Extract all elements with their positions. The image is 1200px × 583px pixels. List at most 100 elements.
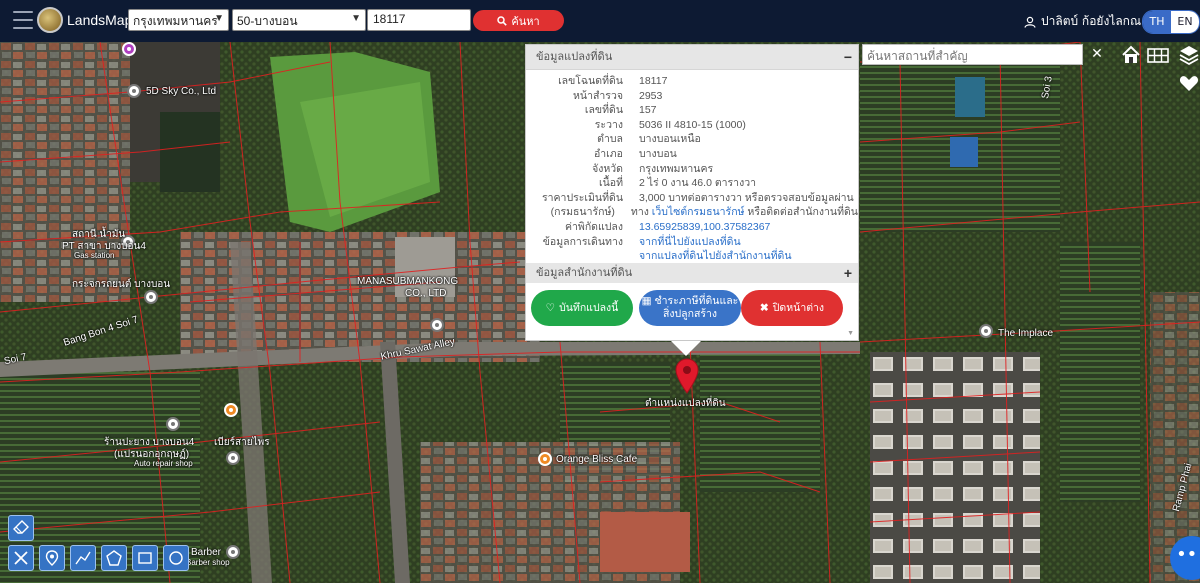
map-label-glass-shop: กระจกรถยนต์ บางบอน bbox=[72, 279, 171, 290]
detail-value: กรุงเทพมหานคร bbox=[639, 162, 714, 175]
province-select-value: กรุงเทพมหานคร bbox=[133, 14, 218, 28]
close-window-label: ปิดหน้าต่าง bbox=[772, 301, 825, 314]
map-label-auto-repair: Auto repair shop bbox=[134, 459, 193, 468]
parcel-location-pin-icon[interactable] bbox=[675, 358, 699, 394]
home-icon[interactable] bbox=[1120, 44, 1142, 66]
eraser-icon bbox=[13, 520, 29, 534]
close-window-button[interactable]: ✖ ปิดหน้าต่าง bbox=[741, 290, 843, 326]
parcel-info-popup: ข้อมูลแปลงที่ดิน − เลขโฉนดที่ดิน 18117 หน… bbox=[525, 44, 859, 341]
place-search-input[interactable]: ค้นหาสถานที่สำคัญ bbox=[862, 44, 1083, 65]
poi-implace-icon[interactable] bbox=[979, 324, 993, 338]
pay-land-tax-label: ▦ ชำระภาษีที่ดินและ สิ่งปลูกสร้าง bbox=[642, 295, 739, 321]
grid-icon[interactable] bbox=[1147, 44, 1169, 66]
parcel-number-input[interactable]: 18117 bbox=[367, 9, 471, 31]
province-select[interactable]: กรุงเทพมหานคร ▼ bbox=[128, 9, 229, 31]
detail-key: หน้าสำรวจ bbox=[573, 89, 623, 102]
chevron-down-icon: ▼ bbox=[351, 13, 361, 24]
rectangle-draw-tool[interactable] bbox=[132, 545, 158, 571]
heart-icon: ♡ bbox=[545, 301, 556, 314]
menu-icon[interactable] bbox=[13, 11, 33, 29]
office-info-header[interactable]: ข้อมูลสำนักงานที่ดิน + bbox=[526, 263, 858, 283]
detail-key: เลขโฉนดที่ดิน bbox=[558, 75, 623, 87]
user-icon bbox=[1024, 16, 1036, 28]
circle-draw-tool[interactable] bbox=[163, 545, 189, 571]
clear-search-icon[interactable]: ✕ bbox=[1086, 44, 1108, 65]
poi-beer-icon[interactable] bbox=[224, 403, 238, 417]
ruler-tool[interactable] bbox=[8, 545, 34, 571]
marker-tool[interactable] bbox=[39, 545, 65, 571]
chevron-down-icon: ▼ bbox=[214, 13, 224, 24]
favorites-heart-icon[interactable] bbox=[1178, 72, 1200, 94]
detail-key bbox=[526, 249, 639, 264]
detail-key: ค่าพิกัดแปลง bbox=[564, 220, 623, 233]
detail-key: (กรมธนารักษ์) bbox=[550, 206, 615, 219]
detail-row: ตำบล บางบอนเหนือ bbox=[526, 132, 858, 147]
detail-row: เลขที่ดิน 157 bbox=[526, 103, 858, 118]
map-label-5d-sky: 5D Sky Co., Ltd bbox=[146, 86, 217, 97]
search-button[interactable]: ค้นหา bbox=[473, 10, 564, 31]
eraser-tool[interactable] bbox=[8, 515, 34, 541]
detail-row: อำเภอ บางบอน bbox=[526, 147, 858, 162]
language-toggle: TH EN bbox=[1142, 10, 1200, 34]
close-icon: ✖ bbox=[759, 301, 769, 314]
directions-to-parcel-link[interactable]: จากที่นี่ไปยังแปลงที่ดิน bbox=[639, 235, 858, 250]
detail-value: 2953 bbox=[639, 89, 663, 102]
poi-bar-icon[interactable] bbox=[226, 451, 240, 465]
detail-value: 5036 II 4810-15 (1000) bbox=[639, 118, 746, 131]
coordinates-link[interactable]: 13.65925839,100.37582367 bbox=[639, 220, 858, 235]
collapse-icon[interactable]: − bbox=[844, 45, 852, 69]
top-navbar: LandsMaps กรุงเทพมหานคร ▼ 50-บางบอน ▼ 18… bbox=[0, 0, 1200, 42]
treasury-website-link[interactable]: เว็บไซต์กรมธนารักษ์ bbox=[652, 206, 745, 218]
popup-title: ข้อมูลแปลงที่ดิน bbox=[536, 51, 613, 63]
poi-shop-icon[interactable] bbox=[122, 42, 136, 56]
detail-value: 2 ไร่ 0 งาน 46.0 ตารางวา bbox=[639, 177, 756, 190]
pay-tax-line1-text: ชำระภาษีที่ดินและ bbox=[654, 295, 739, 307]
detail-row: ราคาประเมินที่ดิน 3,000 บาทต่อตารางวา หรื… bbox=[526, 191, 858, 206]
polygon-draw-tool[interactable] bbox=[101, 545, 127, 571]
lang-th-button[interactable]: TH bbox=[1143, 11, 1171, 33]
detail-value: ทาง เว็บไซต์กรมธนารักษ์ หรือติดต่อสำนักง… bbox=[631, 205, 858, 220]
poi-glass-shop-icon[interactable] bbox=[144, 290, 158, 304]
detail-key: ข้อมูลการเดินทาง bbox=[542, 235, 623, 248]
price-note-post: หรือติดต่อสำนักงานที่ดิน bbox=[744, 206, 858, 219]
save-parcel-button[interactable]: ♡ บันทึกแปลงนี้ bbox=[531, 290, 633, 326]
detail-value: 3,000 บาทต่อตารางวา หรือตรวจสอบข้อมูลผ่า… bbox=[639, 191, 854, 204]
expand-icon[interactable]: + bbox=[844, 263, 852, 283]
poi-5d-sky-icon[interactable] bbox=[127, 84, 141, 98]
poi-tire-shop-icon[interactable] bbox=[166, 417, 180, 431]
district-select[interactable]: 50-บางบอน ▼ bbox=[232, 9, 366, 31]
detail-key: เนื้อที่ bbox=[599, 177, 623, 190]
office-info-title: ข้อมูลสำนักงานที่ดิน bbox=[536, 267, 633, 279]
district-select-value: 50-บางบอน bbox=[237, 14, 298, 28]
map-label-manasubmankong: MANASUBMANKONG bbox=[357, 276, 459, 287]
lang-en-button[interactable]: EN bbox=[1171, 11, 1199, 33]
pay-land-tax-button[interactable]: ▦ ชำระภาษีที่ดินและ สิ่งปลูกสร้าง bbox=[639, 290, 741, 326]
map-label-parcel-location: ตำแหน่งแปลงที่ดิน bbox=[645, 398, 726, 409]
detail-key: ระวาง bbox=[594, 118, 623, 131]
ruler-cross-icon bbox=[14, 551, 28, 565]
detail-row: ระวาง 5036 II 4810-15 (1000) bbox=[526, 118, 858, 133]
map-pin-icon bbox=[45, 550, 59, 566]
detail-value: 157 bbox=[639, 104, 657, 117]
detail-value: บางบอนเหนือ bbox=[639, 133, 701, 146]
poi-barber-icon[interactable] bbox=[226, 545, 240, 559]
search-icon bbox=[497, 15, 508, 26]
price-note-pre: ทาง bbox=[630, 206, 652, 219]
poi-company-icon[interactable] bbox=[430, 318, 444, 332]
detail-value: บางบอน bbox=[639, 147, 677, 160]
rectangle-icon bbox=[138, 552, 152, 564]
detail-row: เนื้อที่ 2 ไร่ 0 งาน 46.0 ตารางวา bbox=[526, 176, 858, 191]
detail-row: ค่าพิกัดแปลง 13.65925839,100.37582367 bbox=[526, 220, 858, 235]
map-label-orange-bliss-cafe: Orange Bliss Cafe bbox=[556, 454, 638, 465]
layers-icon[interactable] bbox=[1178, 44, 1200, 66]
map-label-co-ltd: CO., LTD bbox=[405, 288, 447, 299]
directions-to-office-link[interactable]: จากแปลงที่ดินไปยังสำนักงานที่ดิน bbox=[639, 249, 858, 264]
popup-header[interactable]: ข้อมูลแปลงที่ดิน − bbox=[526, 45, 858, 70]
ellipsis-icon: ••• bbox=[1176, 544, 1200, 565]
line-draw-tool[interactable] bbox=[70, 545, 96, 571]
search-button-label: ค้นหา bbox=[511, 14, 540, 28]
detail-key: จังหวัด bbox=[592, 162, 623, 175]
poi-cafe-icon[interactable] bbox=[538, 452, 552, 466]
user-menu[interactable]: ปาลิตบ์ ก้อยังไลกณ ▼ bbox=[1024, 12, 1153, 31]
scroll-down-icon[interactable]: ▼ bbox=[847, 330, 854, 337]
